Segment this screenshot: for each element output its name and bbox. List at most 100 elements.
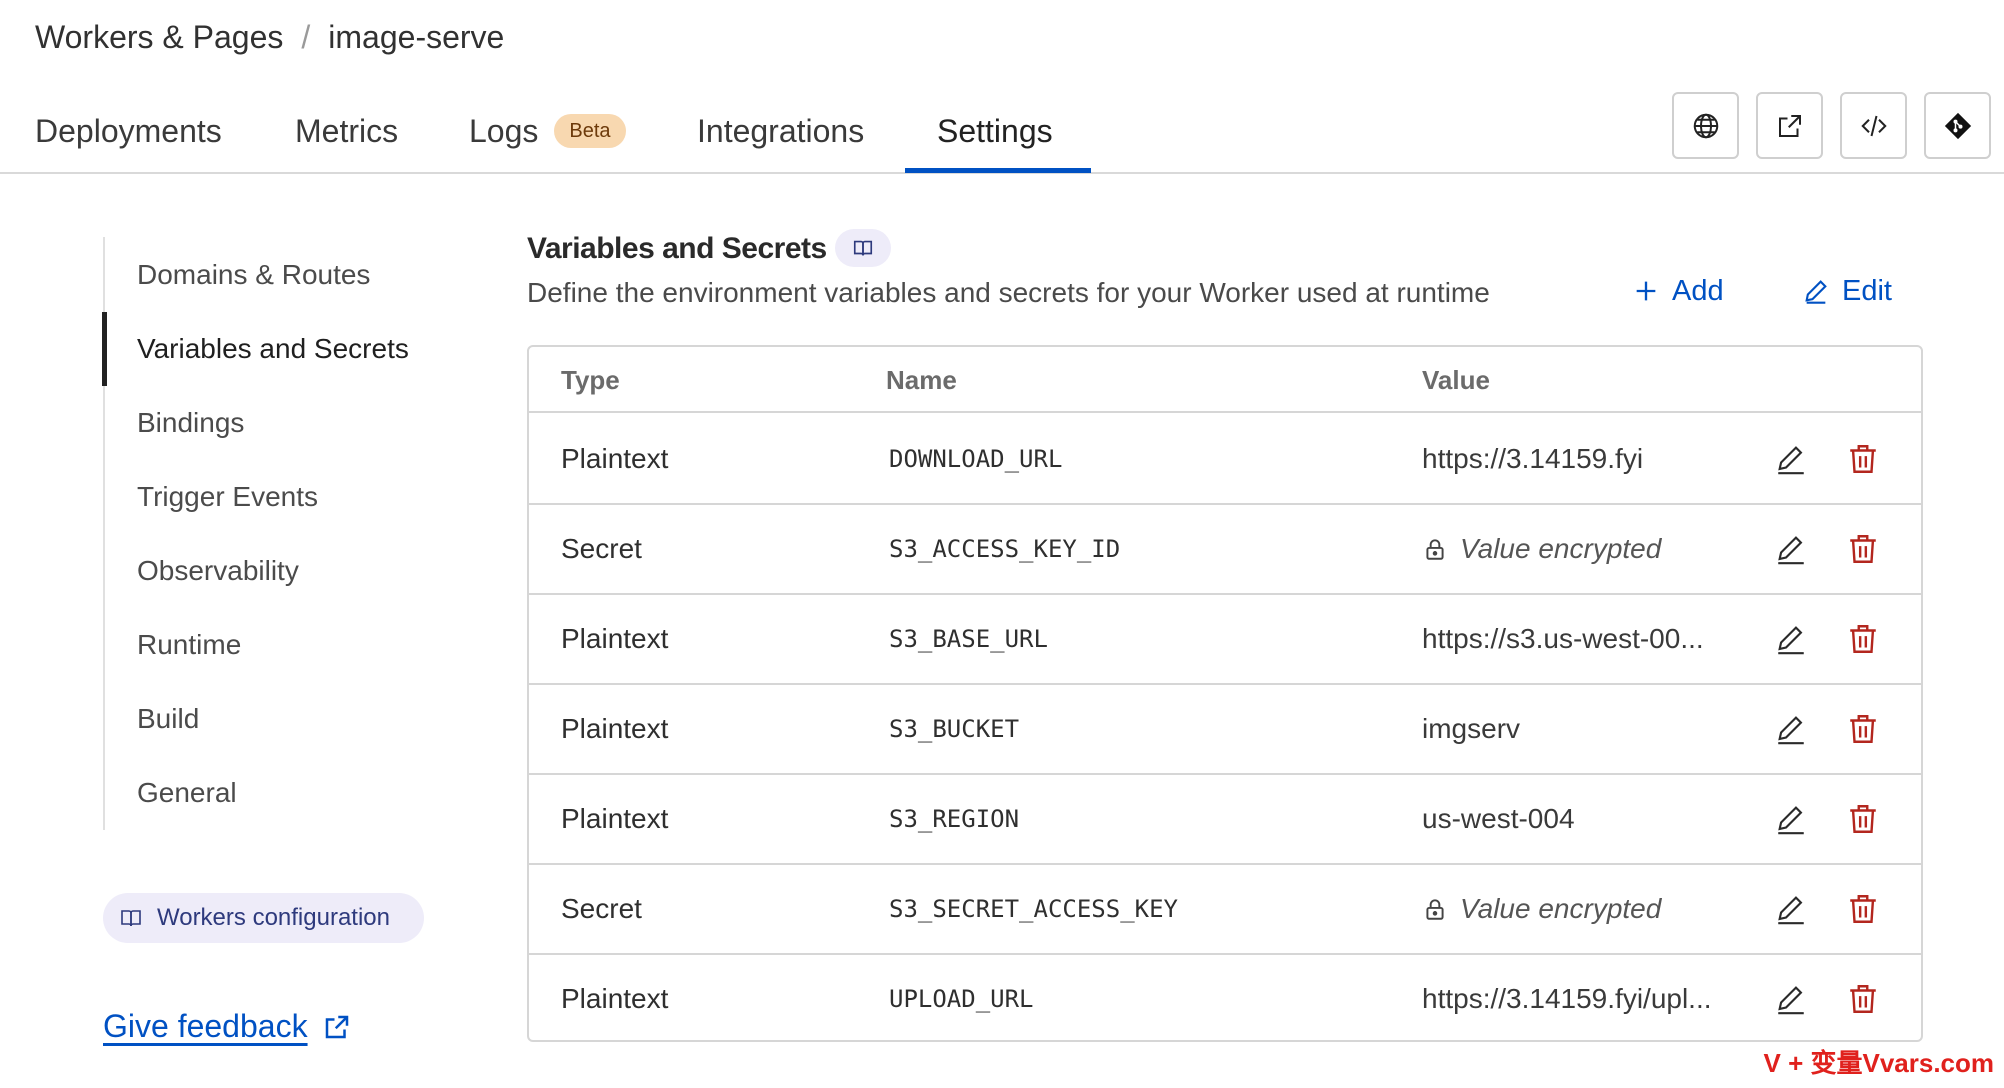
pencil-icon <box>1778 806 1804 835</box>
delete-row-button[interactable] <box>1843 439 1883 479</box>
sidebar-item-build[interactable]: Build <box>137 682 199 756</box>
row-name: UPLOAD_URL <box>889 985 1034 1013</box>
sidebar-item-runtime[interactable]: Runtime <box>137 608 241 682</box>
edit-label: Edit <box>1842 274 1892 307</box>
sidebar-item-domains-routes[interactable]: Domains & Routes <box>137 238 370 312</box>
external-link-icon <box>325 1015 348 1038</box>
plus-icon <box>1636 281 1656 301</box>
row-name: S3_BASE_URL <box>889 625 1048 653</box>
pencil-icon <box>1778 896 1804 925</box>
edit-row-button[interactable] <box>1771 889 1811 929</box>
row-value-text: https://3.14159.fyi <box>1422 443 1644 474</box>
table-row: Plaintext S3_BUCKET imgserv <box>529 685 1921 775</box>
table-row: Plaintext S3_BASE_URL https://s3.us-west-0… <box>529 595 1921 685</box>
row-type: Plaintext <box>561 623 669 654</box>
book-icon <box>853 240 873 256</box>
trash-icon <box>1850 985 1876 1013</box>
row-name: S3_ACCESS_KEY_ID <box>889 535 1121 563</box>
tab-settings[interactable]: Settings <box>937 88 1053 174</box>
row-type: Secret <box>561 893 642 924</box>
section-title: Variables and Secrets <box>527 232 827 265</box>
delete-row-button[interactable] <box>1843 979 1883 1019</box>
edit-row-button[interactable] <box>1771 619 1811 659</box>
trash-icon <box>1850 805 1876 833</box>
tab-metrics[interactable]: Metrics <box>295 88 398 174</box>
row-name: DOWNLOAD_URL <box>889 445 1063 473</box>
workers-configuration-label: Workers configuration <box>157 904 390 931</box>
table-row: Plaintext DOWNLOAD_URL https://3.14159.fyi <box>529 415 1921 505</box>
row-value: Value encrypted <box>1422 865 1732 953</box>
delete-row-button[interactable] <box>1843 619 1883 659</box>
globe-icon <box>1693 113 1718 138</box>
sidebar-item-observability[interactable]: Observability <box>137 534 299 608</box>
pencil-icon <box>1778 446 1804 475</box>
delete-row-button[interactable] <box>1843 529 1883 569</box>
edit-row-button[interactable] <box>1771 439 1811 479</box>
row-value-text: us-west-004 <box>1422 803 1575 834</box>
git-icon <box>1944 112 1971 139</box>
watermark: V + 变量Vvars.com <box>1763 1048 1995 1078</box>
row-name: S3_SECRET_ACCESS_KEY <box>889 895 1178 923</box>
row-value-text: https://3.14159.fyi/upl... <box>1422 983 1712 1014</box>
git-button[interactable] <box>1924 92 1991 159</box>
edit-variables-button[interactable]: Edit <box>1802 270 1892 312</box>
edit-row-button[interactable] <box>1771 529 1811 569</box>
pencil-icon <box>1778 536 1804 565</box>
active-tab-indicator <box>905 168 1091 173</box>
give-feedback-link[interactable]: Give feedback <box>103 1008 352 1045</box>
row-value: us-west-004 <box>1422 775 1732 863</box>
beta-badge: Beta <box>554 114 626 148</box>
globe-button[interactable] <box>1672 92 1739 159</box>
tab-integrations[interactable]: Integrations <box>697 88 864 174</box>
sidebar-item-trigger-events[interactable]: Trigger Events <box>137 460 318 534</box>
open-external-button[interactable] <box>1756 92 1823 159</box>
breadcrumb-separator: / <box>301 18 311 55</box>
code-button[interactable] <box>1840 92 1907 159</box>
edit-row-button[interactable] <box>1771 799 1811 839</box>
row-value: imgserv <box>1422 685 1732 773</box>
row-type: Plaintext <box>561 713 669 744</box>
give-feedback-label: Give feedback <box>103 1008 308 1044</box>
row-value-text: imgserv <box>1422 713 1521 744</box>
add-label: Add <box>1672 274 1724 307</box>
breadcrumb-current: image-serve <box>328 18 505 55</box>
table-row: Secret S3_ACCESS_KEY_ID Value encrypted <box>529 505 1921 595</box>
tab-label: Deployments <box>35 112 222 149</box>
trash-icon <box>1850 445 1876 473</box>
tab-deployments[interactable]: Deployments <box>35 88 222 174</box>
delete-row-button[interactable] <box>1843 799 1883 839</box>
sidebar-item-variables-secrets[interactable]: Variables and Secrets <box>137 312 409 386</box>
add-variable-button[interactable]: Add <box>1632 270 1724 312</box>
row-name: S3_BUCKET <box>889 715 1020 743</box>
column-header-value: Value <box>1422 364 1490 395</box>
tab-logs[interactable]: Logs Beta <box>469 88 626 174</box>
sidebar-item-bindings[interactable]: Bindings <box>137 386 244 460</box>
edit-row-button[interactable] <box>1771 709 1811 749</box>
row-name: S3_REGION <box>889 805 1020 833</box>
row-value: https://s3.us-west-00... <box>1422 595 1732 683</box>
lock-icon <box>1426 539 1444 560</box>
row-type: Secret <box>561 533 642 564</box>
tab-label: Logs <box>469 112 539 149</box>
tab-label: Settings <box>937 112 1053 149</box>
delete-row-button[interactable] <box>1843 709 1883 749</box>
sidebar-item-general[interactable]: General <box>137 756 237 830</box>
section-description: Define the environment variables and sec… <box>527 277 1490 308</box>
table-header: Type Name Value <box>529 347 1921 413</box>
tab-label: Metrics <box>295 112 399 149</box>
workers-configuration-link[interactable]: Workers configuration <box>103 893 424 943</box>
row-type: Plaintext <box>561 983 669 1014</box>
breadcrumb: Workers & Pages / image-serve <box>35 14 504 60</box>
breadcrumb-parent[interactable]: Workers & Pages <box>35 19 283 56</box>
column-header-type: Type <box>561 364 620 395</box>
delete-row-button[interactable] <box>1843 889 1883 929</box>
row-value-text: Value encrypted <box>1460 533 1662 564</box>
table-row: Secret S3_SECRET_ACCESS_KEY Value encrypte… <box>529 865 1921 955</box>
row-value-text: Value encrypted <box>1460 893 1662 924</box>
external-link-icon <box>1778 114 1801 137</box>
lock-icon <box>1426 899 1444 920</box>
table-row: Plaintext UPLOAD_URL https://3.14159.fyi/u… <box>529 955 1921 1040</box>
edit-row-button[interactable] <box>1771 979 1811 1019</box>
pencil-icon <box>1778 716 1804 745</box>
docs-button[interactable] <box>835 229 891 267</box>
